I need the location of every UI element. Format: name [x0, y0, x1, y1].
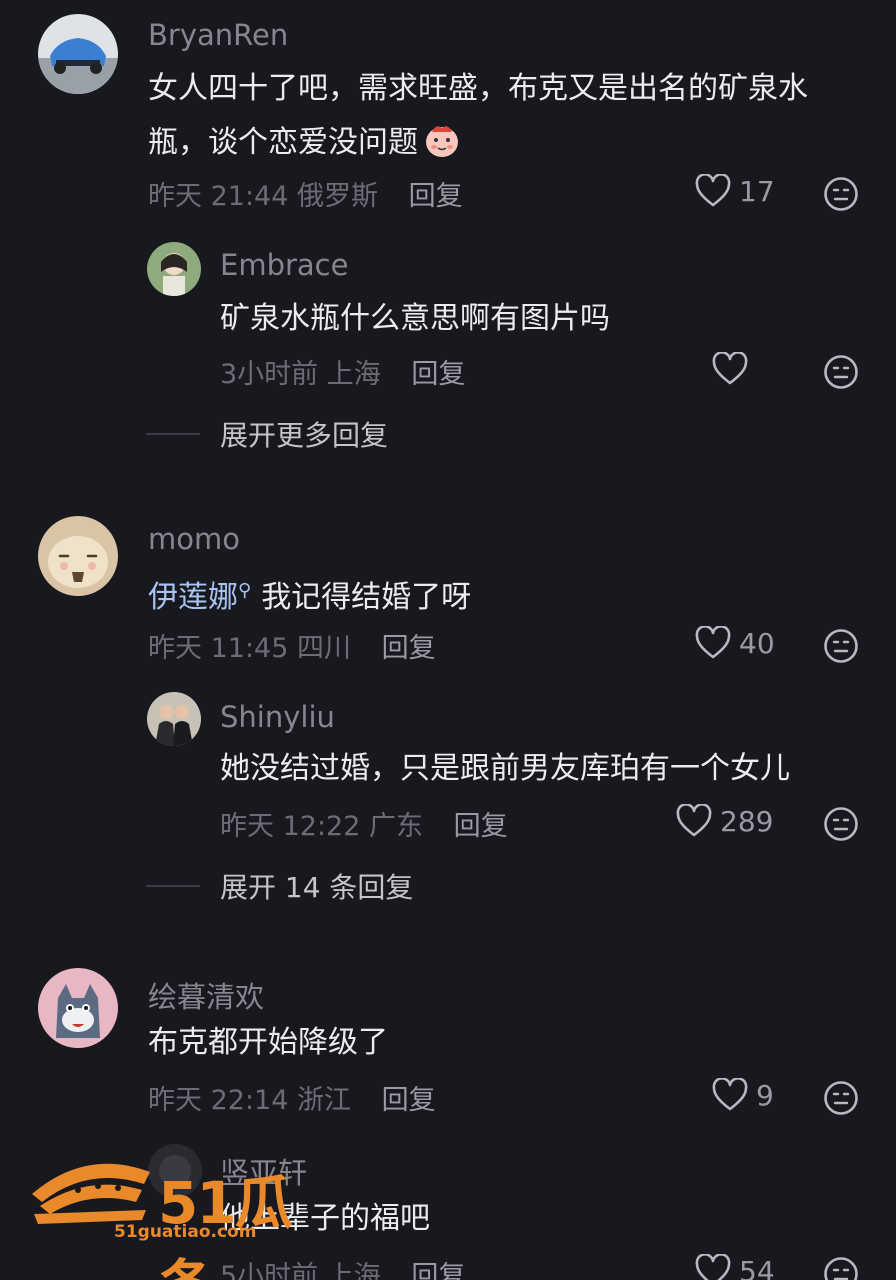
heart-icon — [712, 352, 748, 385]
heart-icon — [695, 626, 731, 659]
timestamp: 昨天 11:45 — [148, 633, 289, 664]
reply-button[interactable]: 回复 — [411, 359, 465, 390]
divider — [146, 433, 200, 435]
reply-text: 她没结过婚，只是跟前男友库珀有一个女儿 — [220, 751, 790, 786]
location: 俄罗斯 — [297, 181, 378, 212]
comment-text: 伊莲娜⚲ 我记得结婚了呀 — [148, 580, 472, 615]
comment-meta: 昨天 12:22 广东 回复 — [220, 804, 508, 843]
location: 四川 — [297, 633, 351, 664]
like-button[interactable]: 289 — [676, 804, 773, 838]
username[interactable]: BryanRen — [148, 18, 288, 52]
like-button[interactable] — [712, 352, 748, 386]
comment-text: 他上辈子的福吧 — [220, 1201, 430, 1236]
username[interactable]: 绘暮清欢 — [148, 974, 264, 1016]
dislike-button[interactable] — [823, 806, 859, 842]
timestamp: 昨天 22:14 — [148, 1085, 289, 1116]
reply-button[interactable]: 回复 — [382, 1085, 436, 1116]
dislike-button[interactable] — [823, 628, 859, 664]
timestamp: 昨天 12:22 — [220, 811, 361, 842]
location: 广东 — [369, 811, 423, 842]
meh-face-icon — [824, 1257, 858, 1280]
divider — [146, 885, 200, 887]
mention-link[interactable]: 伊莲娜 — [148, 580, 238, 615]
comment-feed: BryanRen 女人四十了吧，需求旺盛，布克又是出名的矿泉水瓶，谈个恋爱没问题… — [0, 0, 896, 1280]
like-button[interactable]: 9 — [712, 1078, 774, 1112]
expand-label: 展开更多回复 — [220, 419, 389, 452]
avatar[interactable] — [147, 242, 201, 296]
location: 浙江 — [297, 1085, 351, 1116]
meh-face-icon — [824, 1081, 858, 1115]
reply-text: 矿泉水瓶什么意思啊有图片吗 — [220, 301, 610, 336]
dislike-button[interactable] — [823, 1080, 859, 1116]
meh-face-icon — [824, 807, 858, 841]
comment-meta: 3小时前 上海 回复 — [220, 352, 465, 391]
timestamp: 昨天 21:44 — [148, 181, 289, 212]
like-count: 17 — [739, 174, 775, 208]
reply-button[interactable]: 回复 — [454, 811, 508, 842]
meh-face-icon — [824, 177, 858, 211]
meh-face-icon — [824, 355, 858, 389]
like-count: 54 — [739, 1254, 775, 1280]
avatar[interactable] — [148, 1144, 202, 1198]
heart-icon — [695, 174, 731, 207]
expand-label: 展开 14 条回复 — [220, 871, 414, 904]
expand-replies-button[interactable]: 展开 14 条回复 — [146, 866, 413, 906]
avatar[interactable] — [38, 14, 118, 94]
like-button[interactable]: 40 — [695, 626, 775, 660]
heart-icon — [712, 1078, 748, 1111]
expand-replies-button[interactable]: 展开更多回复 — [146, 414, 388, 454]
dislike-button[interactable] — [823, 176, 859, 212]
reply-button[interactable]: 回复 — [382, 633, 436, 664]
like-count: 9 — [756, 1078, 774, 1112]
reply-button[interactable]: 回复 — [411, 1261, 465, 1280]
like-button[interactable]: 17 — [695, 174, 775, 208]
dislike-button[interactable] — [823, 1256, 859, 1280]
like-count: 40 — [739, 626, 775, 660]
timestamp: 3小时前 — [220, 359, 319, 390]
heart-icon — [676, 804, 712, 837]
dislike-button[interactable] — [823, 354, 859, 390]
comment-meta: 昨天 11:45 四川 回复 — [148, 626, 436, 665]
comment-text: 女人四十了吧，需求旺盛，布克又是出名的矿泉水瓶，谈个恋爱没问题 — [148, 71, 808, 160]
avatar[interactable] — [38, 516, 118, 596]
timestamp: 5小时前 — [220, 1261, 319, 1280]
like-button[interactable]: 54 — [695, 1254, 775, 1280]
comment-text: 布克都开始降级了 — [148, 1025, 388, 1060]
heart-icon — [695, 1254, 731, 1280]
username[interactable]: momo — [148, 522, 240, 556]
username[interactable]: Embrace — [220, 248, 348, 282]
avatar[interactable] — [38, 968, 118, 1048]
location: 上海 — [326, 359, 381, 390]
location: 上海 — [326, 1261, 381, 1280]
username[interactable]: 竖亚轩 — [220, 1150, 307, 1192]
meh-face-icon — [824, 629, 858, 663]
search-icon: ⚲ — [238, 580, 252, 601]
like-count: 289 — [720, 804, 774, 838]
username[interactable]: Shinyliu — [220, 700, 335, 734]
comment-meta: 昨天 22:14 浙江 回复 — [148, 1078, 436, 1117]
avatar[interactable] — [147, 692, 201, 746]
comment-meta: 5小时前 上海 回复 — [220, 1254, 465, 1280]
comment-meta: 昨天 21:44 俄罗斯 回复 — [148, 174, 463, 213]
blush-face-icon — [422, 120, 462, 160]
watermelon-logo-icon — [32, 1163, 150, 1224]
reply-button[interactable]: 回复 — [409, 181, 463, 212]
